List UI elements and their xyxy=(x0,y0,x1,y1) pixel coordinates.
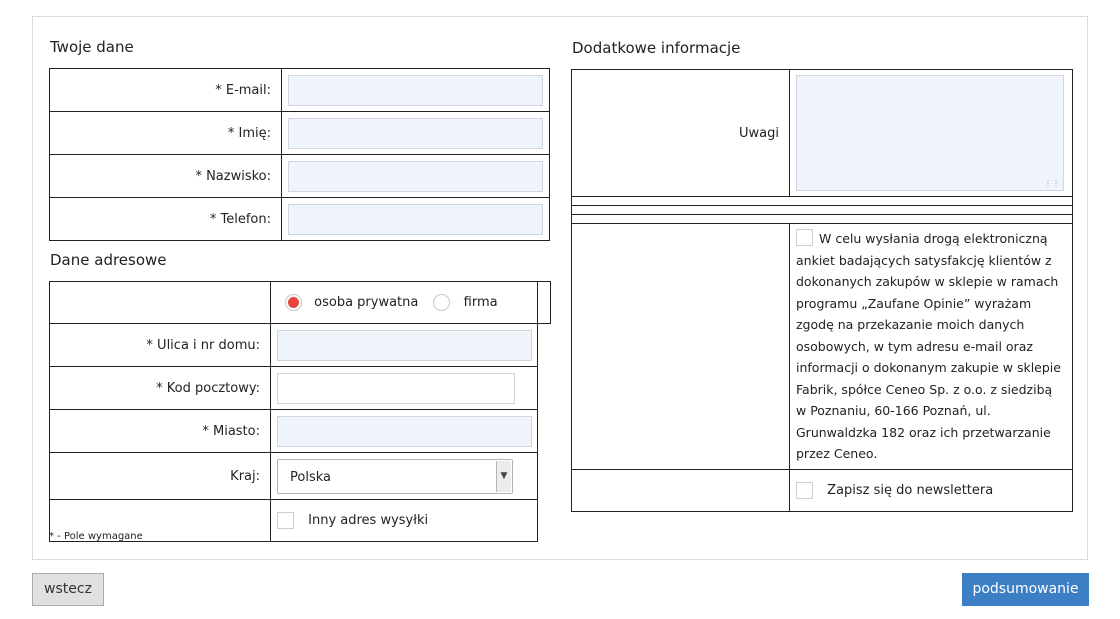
city-label: * Miasto: xyxy=(202,423,260,439)
additional-info-title: Dodatkowe informacje xyxy=(572,39,741,57)
notes-label: Uwagi xyxy=(739,125,779,141)
notes-textarea[interactable]: ⋮⋮ xyxy=(796,75,1064,191)
other-shipping-address-label: Inny adres wysyłki xyxy=(308,513,429,528)
country-label: Kraj: xyxy=(230,468,260,484)
private-person-radio[interactable] xyxy=(285,294,302,311)
newsletter-checkbox[interactable] xyxy=(796,481,813,499)
address-data-table: osoba prywatna firma * Ulica i nr domu: … xyxy=(49,281,551,542)
resize-handle-icon[interactable]: ⋮⋮ xyxy=(1044,180,1060,188)
first-name-field[interactable] xyxy=(288,117,543,149)
consent-checkbox[interactable] xyxy=(796,229,813,246)
country-select[interactable]: Polska ▼ xyxy=(277,458,513,494)
additional-info-table: Uwagi ⋮⋮ W celu wysłania drogą elektroni… xyxy=(571,69,1073,512)
consent-container: W celu wysłania drogą elektroniczną anki… xyxy=(790,224,1072,469)
address-data-title: Dane adresowe xyxy=(50,251,167,269)
first-name-label: * Imię: xyxy=(227,125,271,141)
email-label: * E-mail: xyxy=(215,82,271,98)
personal-data-title: Twoje dane xyxy=(50,38,134,56)
last-name-field[interactable] xyxy=(288,160,543,192)
postal-code-field[interactable] xyxy=(277,372,515,404)
company-label: firma xyxy=(463,295,498,310)
street-field[interactable] xyxy=(277,329,532,361)
back-button[interactable]: wstecz xyxy=(32,573,104,606)
street-label: * Ulica i nr domu: xyxy=(146,337,260,353)
country-value: Polska xyxy=(290,469,331,485)
phone-field[interactable] xyxy=(288,203,543,235)
newsletter-label: Zapisz się do newslettera xyxy=(827,482,994,498)
summary-button[interactable]: podsumowanie xyxy=(962,573,1089,606)
personal-data-table: * E-mail: * Imię: * Nazwisko: * Telefon: xyxy=(49,68,550,241)
company-radio[interactable] xyxy=(432,294,450,311)
other-shipping-address-checkbox[interactable] xyxy=(277,512,294,529)
last-name-label: * Nazwisko: xyxy=(195,168,271,184)
postal-code-label: * Kod pocztowy: xyxy=(156,380,260,396)
private-person-label: osoba prywatna xyxy=(314,295,419,310)
chevron-down-icon: ▼ xyxy=(496,460,511,492)
email-field[interactable] xyxy=(288,74,543,106)
consent-text: W celu wysłania drogą elektroniczną anki… xyxy=(796,231,1061,461)
city-field[interactable] xyxy=(277,415,532,447)
phone-label: * Telefon: xyxy=(209,211,271,227)
required-fields-note: * - Pole wymagane xyxy=(49,531,143,542)
